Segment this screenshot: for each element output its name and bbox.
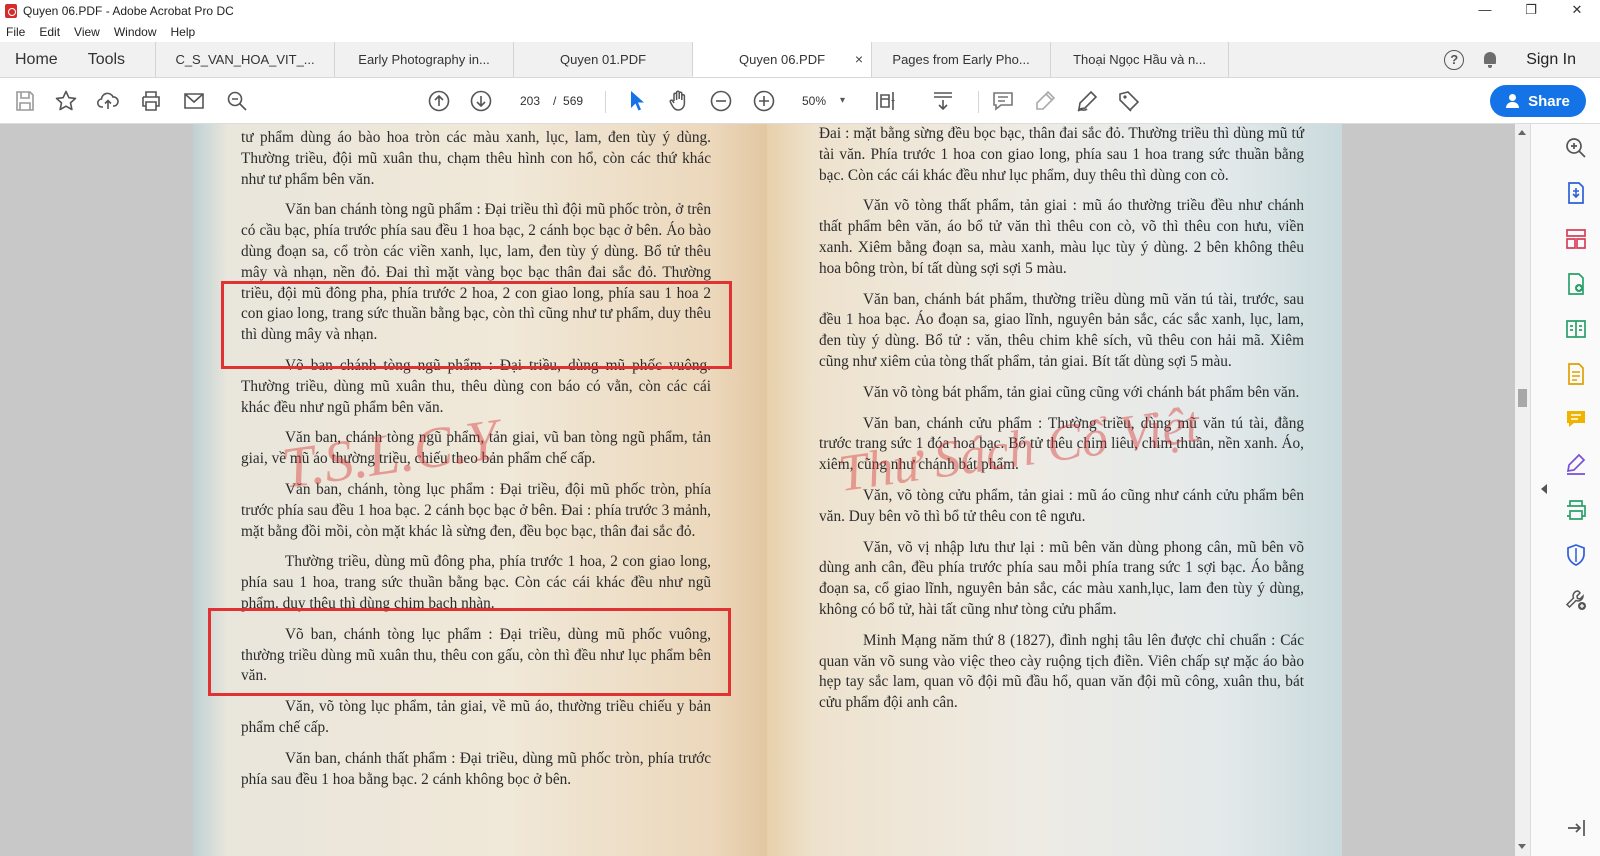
minimize-button[interactable]: — xyxy=(1462,0,1508,22)
zoom-search-icon[interactable] xyxy=(1564,136,1588,160)
menu-view[interactable]: View xyxy=(74,25,100,39)
current-page-input[interactable]: 203 xyxy=(513,90,547,112)
scan-ocr-icon[interactable] xyxy=(1564,498,1588,522)
zoom-dropdown-caret-icon[interactable]: ▾ xyxy=(840,90,845,112)
paragraph: Văn ban, chánh bát phẩm, thường triều dù… xyxy=(819,290,1304,370)
organize-pages-icon[interactable] xyxy=(1564,227,1588,251)
toolbar-divider xyxy=(605,91,606,113)
zoom-level-select[interactable]: 50% xyxy=(802,90,826,112)
tab-bar: Home Tools C_S_VAN_HOA_VIT_... Early Pho… xyxy=(0,42,1600,78)
paragraph: Văn, võ tòng lục phẩm, tản giai, về mũ á… xyxy=(241,698,711,736)
paragraph: Văn võ tòng bát phẩm, tản giai cũng cũng… xyxy=(863,383,1300,401)
create-pdf-icon[interactable] xyxy=(1564,272,1588,296)
bookmark-star-icon[interactable] xyxy=(53,89,79,113)
document-tab-label: Quyen 06.PDF xyxy=(739,51,826,67)
paragraph: Đai : mặt bằng sừng đều bọc bạc, thân đa… xyxy=(819,125,1304,184)
comment-tool-icon[interactable] xyxy=(1564,407,1588,431)
document-tab-label: Thoại Ngọc Hầu và n... xyxy=(1073,52,1207,67)
scrollbar-thumb[interactable] xyxy=(1518,389,1527,407)
paragraph: Thường triều, dùng mũ đông pha, phía trư… xyxy=(241,553,711,612)
help-icon[interactable]: ? xyxy=(1444,50,1465,70)
save-icon[interactable] xyxy=(12,89,38,113)
tools-side-panel xyxy=(1530,124,1600,856)
add-person-icon xyxy=(1506,94,1520,108)
scroll-down-arrow-icon[interactable] xyxy=(1518,844,1526,849)
share-label: Share xyxy=(1528,92,1570,110)
document-tab-label: Quyen 01.PDF xyxy=(560,52,647,67)
sign-in-button[interactable]: Sign In xyxy=(1526,51,1576,69)
menu-file[interactable]: File xyxy=(6,25,25,39)
toolbar: 203 / 569 50% ▾ Share xyxy=(0,79,1600,124)
paragraph: Văn ban, chánh thất phẩm : Đại triều, dù… xyxy=(241,749,711,788)
document-tab[interactable]: Quyen 01.PDF xyxy=(513,42,693,77)
tab-home[interactable]: Home xyxy=(0,42,73,77)
pdf-page-right: Đai : mặt bằng sừng đều bọc bạc, thân đa… xyxy=(767,124,1342,856)
stamp-tag-icon[interactable] xyxy=(1116,89,1142,113)
tabbar-right-controls: ? Sign In xyxy=(1444,42,1600,78)
paragraph: tư phẩm dùng áo bào hoa tròn các màu xan… xyxy=(241,129,711,188)
hand-tool-icon[interactable] xyxy=(666,89,692,113)
share-button[interactable]: Share xyxy=(1490,85,1586,117)
print-icon[interactable] xyxy=(138,89,164,113)
document-tab[interactable]: C_S_VAN_HOA_VIT_... xyxy=(155,42,335,77)
zoom-in-icon[interactable] xyxy=(751,89,777,113)
comment-icon[interactable] xyxy=(990,89,1016,113)
paragraph: Văn võ tòng thất phẩm, tản giai : mũ áo … xyxy=(819,197,1304,277)
scroll-mode-icon[interactable] xyxy=(930,89,956,113)
page-count: / 569 xyxy=(553,90,583,112)
document-tab[interactable]: Early Photography in... xyxy=(334,42,514,77)
restore-button[interactable]: ❐ xyxy=(1508,0,1554,22)
highlight-pen-icon[interactable] xyxy=(1032,89,1058,113)
pdf-page-left: tư phẩm dùng áo bào hoa tròn các màu xan… xyxy=(193,124,767,856)
document-tab-label: Early Photography in... xyxy=(358,52,490,67)
combine-files-icon[interactable] xyxy=(1564,317,1588,341)
document-tab[interactable]: Thoại Ngọc Hầu và n... xyxy=(1050,42,1230,77)
window-controls: — ❐ ✕ xyxy=(1462,0,1600,22)
draw-pencil-icon[interactable] xyxy=(1074,89,1100,113)
toolbar-divider xyxy=(978,91,979,113)
document-tab-label: Pages from Early Pho... xyxy=(892,52,1030,67)
highlight-box xyxy=(208,608,731,696)
menu-help[interactable]: Help xyxy=(171,25,196,39)
page-fit-icon[interactable] xyxy=(872,89,898,113)
expand-panel-icon[interactable] xyxy=(1564,816,1588,840)
collapse-panel-arrow-icon[interactable] xyxy=(1541,484,1547,494)
page-separator: / xyxy=(553,94,557,108)
document-tab[interactable]: Pages from Early Pho... xyxy=(871,42,1051,77)
protect-shield-icon[interactable] xyxy=(1564,543,1588,567)
menu-window[interactable]: Window xyxy=(114,25,157,39)
select-cursor-icon[interactable] xyxy=(624,89,650,113)
paragraph: Văn, võ vị nhập lưu thư lại : mũ bên văn… xyxy=(819,538,1304,618)
fill-sign-icon[interactable] xyxy=(1564,452,1588,476)
paragraph: Minh Mạng năm thứ 8 (1827), đình nghị tâ… xyxy=(819,631,1304,712)
vertical-scrollbar[interactable] xyxy=(1515,124,1530,856)
title-bar: Quyen 06.PDF - Adobe Acrobat Pro DC — ❐ … xyxy=(0,0,1600,22)
highlight-box xyxy=(221,281,732,369)
export-pdf-icon[interactable] xyxy=(1564,181,1588,205)
previous-page-icon[interactable] xyxy=(426,89,452,113)
more-tools-icon[interactable] xyxy=(1564,588,1588,612)
close-tab-icon[interactable]: × xyxy=(855,51,863,67)
email-icon[interactable] xyxy=(181,89,207,113)
window-title: Quyen 06.PDF - Adobe Acrobat Pro DC xyxy=(23,4,234,18)
document-viewport[interactable]: tư phẩm dùng áo bào hoa tròn các màu xan… xyxy=(0,124,1530,856)
acrobat-logo-icon xyxy=(5,4,17,18)
search-icon[interactable] xyxy=(224,89,250,113)
document-tab-label: C_S_VAN_HOA_VIT_... xyxy=(175,52,315,67)
zoom-out-icon[interactable] xyxy=(708,89,734,113)
close-window-button[interactable]: ✕ xyxy=(1554,0,1600,22)
scroll-up-arrow-icon[interactable] xyxy=(1518,130,1526,135)
next-page-icon[interactable] xyxy=(468,89,494,113)
tab-tools[interactable]: Tools xyxy=(73,42,155,77)
total-pages: 569 xyxy=(563,94,584,108)
upload-cloud-icon[interactable] xyxy=(95,89,121,113)
menu-edit[interactable]: Edit xyxy=(39,25,60,39)
edit-pdf-icon[interactable] xyxy=(1564,362,1588,386)
notification-bell-icon[interactable] xyxy=(1482,51,1498,69)
menu-bar: File Edit View Window Help xyxy=(0,22,209,42)
document-tab-active[interactable]: Quyen 06.PDF × xyxy=(692,42,872,77)
